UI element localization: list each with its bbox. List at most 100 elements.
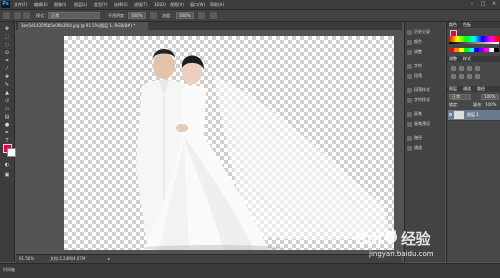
opacity-input[interactable]: 100% [128,12,146,19]
quick-mask-icon[interactable]: ◐ [3,162,11,169]
groom-head [153,53,175,79]
layer-opacity-input[interactable]: 100% [481,94,499,100]
stamp-tool-icon[interactable]: ▲ [3,90,11,97]
menu-image[interactable]: 图像(I) [54,1,66,8]
crop-tool-icon[interactable]: ⌗ [3,58,11,65]
fill-label: 填充: [473,102,483,107]
screen-mode-icon[interactable]: ▣ [3,172,11,179]
brush-tool-preset-icon[interactable] [3,12,10,19]
dock-history[interactable]: 历史记录 [407,28,443,35]
swatches-grid[interactable] [449,48,499,52]
black-white-icon[interactable] [475,74,480,79]
dock-brush-preset[interactable]: 画笔预设 [407,120,443,127]
document-size-info[interactable]: 文档:2.24M/4.07M [50,255,85,263]
dock-paragraph-style[interactable]: 段落样式 [407,86,443,93]
menu-select[interactable]: 选择(S) [114,1,128,8]
healing-brush-tool-icon[interactable]: ✚ [3,74,11,81]
dock-channels-label: 通道 [414,145,422,150]
hue-saturation-icon[interactable] [459,74,464,79]
dock-brush[interactable]: 画笔 [407,110,443,117]
dock-brush-preset-label: 画笔预设 [414,121,430,126]
menu-edit[interactable]: 编辑(E) [34,1,48,8]
dock-adjust[interactable]: 调整 [407,48,443,55]
menu-file[interactable]: 文件(F) [14,1,27,8]
color-balance-icon[interactable] [467,74,472,79]
flow-label: 流量： [162,13,174,18]
panel-dock: 历史记录 颜色 调整 字符 段落 段落样式 字符样式 画笔 画笔预设 路径 通道 [404,22,445,262]
airbrush-icon[interactable] [198,12,205,19]
window-controls: – □ × [468,1,498,8]
tools-panel: ✥ ⬚ ◌ ⊙ ⌗ ⁄ ✚ ✎ ▲ ↺ ▭ ▤ ● ✒ T ◐ ▣ [0,22,16,262]
tab-paths[interactable]: 路径 [477,86,485,92]
menu-help[interactable]: 帮助(H) [210,1,224,8]
dock-color[interactable]: 颜色 [407,38,443,45]
pressure-opacity-icon[interactable] [150,12,157,19]
tab-swatches[interactable]: 色板 [463,22,471,28]
pen-tool-icon[interactable]: ✒ [3,130,11,137]
close-icon[interactable]: × [490,1,498,7]
menu-window[interactable]: 窗口(W) [190,1,205,8]
channels-icon [407,145,412,151]
dock-brush-label: 画笔 [414,111,422,116]
background-color-swatch[interactable] [7,148,16,157]
menu-filter[interactable]: 滤镜(T) [134,1,148,8]
layer-name[interactable]: 图层 1 [467,112,479,118]
tab-color[interactable]: 颜色 [449,22,457,28]
blur-tool-icon[interactable]: ● [3,122,11,129]
dock-character[interactable]: 字符 [407,62,443,69]
layer-row[interactable]: 图层 1 [448,110,500,121]
document-canvas[interactable] [64,36,394,250]
status-arrow-icon[interactable]: ▸ [108,255,110,263]
eraser-tool-icon[interactable]: ▭ [3,106,11,113]
exposure-icon[interactable] [475,66,480,71]
curves-icon[interactable] [467,66,472,71]
levels-icon[interactable] [459,66,464,71]
brush-panel-icon[interactable] [23,12,30,19]
menu-bar: Ps 文件(F) 编辑(E) 图像(I) 图层(L) 类型(Y) 选择(S) 滤… [0,0,500,10]
history-icon [407,29,412,35]
menu-type[interactable]: 类型(Y) [94,1,108,8]
move-tool-icon[interactable]: ✥ [3,26,11,33]
dock-channels[interactable]: 通道 [407,144,443,151]
marquee-tool-icon[interactable]: ⬚ [3,34,11,41]
minimize-icon[interactable]: – [468,1,476,7]
quick-select-tool-icon[interactable]: ⊙ [3,50,11,57]
tab-styles[interactable]: 样式 [463,56,471,62]
lasso-tool-icon[interactable]: ◌ [3,42,11,49]
brightness-icon[interactable] [451,66,456,71]
gradient-tool-icon[interactable]: ▤ [3,114,11,121]
flow-input[interactable]: 100% [176,12,194,19]
mode-select[interactable]: 正常 [48,12,100,19]
options-bar: 模式： 正常 不透明度： 100% 流量： 100% [0,10,500,22]
fill-value[interactable]: 100% [485,102,496,108]
tab-channels[interactable]: 通道 [463,86,471,92]
dock-character-style[interactable]: 字符样式 [407,96,443,103]
vibrance-icon[interactable] [451,74,456,79]
brush-size-icon[interactable] [14,12,21,19]
zoom-level[interactable]: 91.56% [19,255,34,263]
color-icon [407,39,412,45]
menu-3d[interactable]: 3D(D) [154,1,166,8]
menu-view[interactable]: 视图(V) [170,1,184,8]
menu-layer[interactable]: 图层(L) [74,1,87,8]
brush-tool-icon[interactable]: ✎ [3,82,11,89]
history-brush-tool-icon[interactable]: ↺ [3,98,11,105]
dock-paragraph[interactable]: 段落 [407,72,443,79]
tab-layers[interactable]: 图层 [449,86,457,92]
timeline-label[interactable]: 时间轴 [3,267,15,273]
document-tab-bar: 3ee5d1435f6b5e09b3f04.jpg @ 91.5%(图层 1, … [16,22,402,30]
dock-paragraph-label: 段落 [414,73,422,78]
pressure-size-icon[interactable] [210,12,217,19]
baidu-logo-icon: Bai 经验 [355,229,432,248]
layer-blend-mode-select[interactable]: 正常 [449,94,471,100]
svg-text:经验: 经验 [401,230,432,248]
lock-label: 锁定: [449,102,459,107]
document-tab[interactable]: 3ee5d1435f6b5e09b3f04.jpg @ 91.5%(图层 1, … [18,22,148,30]
dock-paths[interactable]: 路径 [407,134,443,141]
eye-icon[interactable] [449,113,452,116]
maximize-icon[interactable]: □ [479,1,487,7]
eyedropper-tool-icon[interactable]: ⁄ [3,66,11,73]
tab-adjustments[interactable]: 调整 [449,56,457,62]
grayscale-ramp[interactable] [449,42,499,44]
layer-thumbnail [454,111,464,119]
